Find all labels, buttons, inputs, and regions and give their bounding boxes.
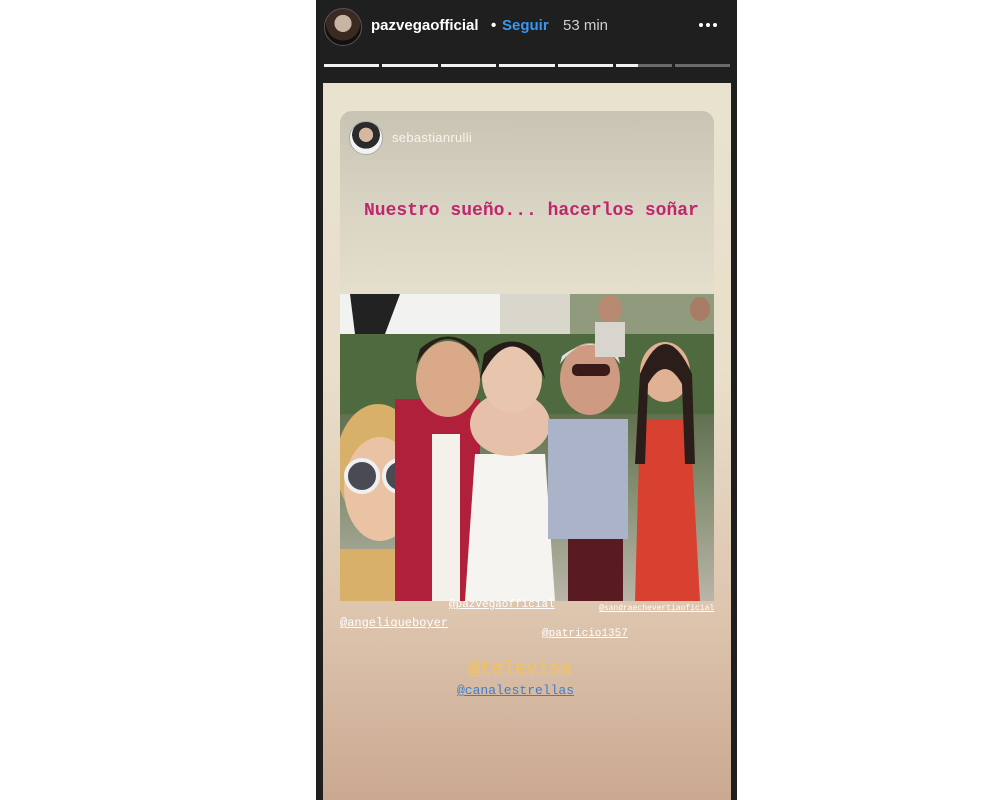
mention-sandraechevertiaoficial[interactable]: @sandraechevertiaoficial <box>599 604 714 613</box>
progress-segment <box>557 64 614 67</box>
progress-bar <box>324 64 730 67</box>
mention-patricio1357[interactable]: @patricio1357 <box>542 628 628 640</box>
progress-segment-fill <box>382 64 438 67</box>
separator-dot: • <box>491 17 497 34</box>
progress-segment <box>616 64 672 67</box>
follow-button[interactable]: Seguir <box>502 17 549 34</box>
progress-segment <box>382 64 438 67</box>
more-options-icon[interactable] <box>693 14 723 36</box>
group-photo <box>340 294 714 601</box>
shared-post-caption: Nuestro sueño... hacerlos soñar <box>364 201 699 221</box>
username[interactable]: pazvegaofficial <box>371 17 479 34</box>
shared-post-username: sebastianrulli <box>392 130 473 145</box>
progress-segment <box>440 64 497 67</box>
avatar[interactable] <box>324 8 362 46</box>
progress-segment <box>674 64 730 67</box>
progress-segment <box>499 64 555 67</box>
story-viewer: pazvegaofficial • Seguir 53 min sebastia… <box>316 0 737 800</box>
progress-segment-fill <box>616 64 639 67</box>
progress-segment-fill <box>440 64 497 67</box>
story-header: pazvegaofficial • Seguir 53 min <box>316 0 737 55</box>
mention-televisa[interactable]: @televisa <box>469 658 572 680</box>
mention-canalestrellas[interactable]: @canalestrellas <box>457 683 574 698</box>
mention-pazvegaofficial[interactable]: @pazvegaofficial <box>449 599 555 611</box>
mention-angeliqueboyer[interactable]: @angeliqueboyer <box>340 616 448 630</box>
shared-post-card[interactable]: sebastianrulli Nuestro sueño... hacerlos… <box>340 111 714 601</box>
progress-segment-fill <box>499 64 555 67</box>
timestamp: 53 min <box>563 17 609 34</box>
progress-segment-fill <box>557 64 614 67</box>
progress-segment <box>324 64 380 67</box>
progress-segment-fill <box>324 64 380 67</box>
shared-post-avatar <box>349 121 383 155</box>
story-content[interactable]: sebastianrulli Nuestro sueño... hacerlos… <box>323 83 731 800</box>
